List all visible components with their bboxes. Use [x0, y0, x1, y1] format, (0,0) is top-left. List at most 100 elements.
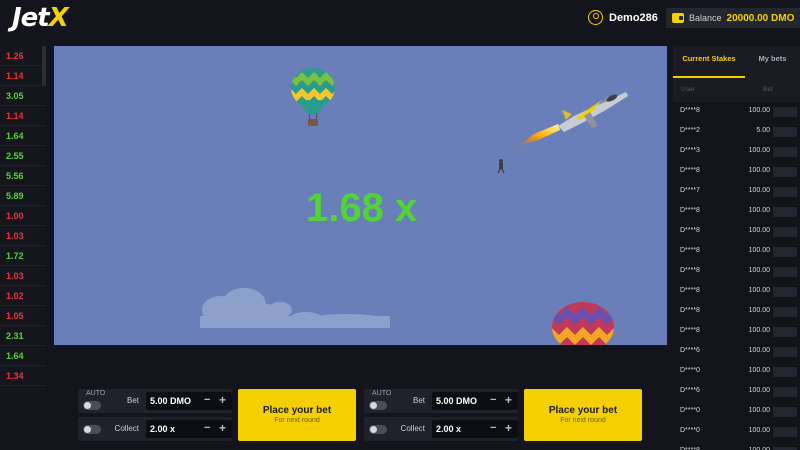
stake-amount: 100.00	[748, 187, 770, 194]
stake-cashout-cell	[773, 127, 797, 137]
top-bar: JetX Demo286 Balance 20000.00 DMO	[0, 0, 800, 42]
history-item: 2.31	[0, 326, 46, 346]
stake-amount: 100.00	[748, 327, 770, 334]
history-item: 3.05	[0, 86, 46, 106]
stake-user: D****8	[680, 167, 700, 174]
stake-cashout-cell	[773, 207, 797, 217]
auto-bet-toggle[interactable]	[83, 401, 101, 410]
collect-increase-button[interactable]: +	[219, 421, 226, 435]
game-canvas: 1.68 x	[54, 46, 667, 345]
stake-user: D****0	[680, 367, 700, 374]
stake-user: D****6	[680, 347, 700, 354]
stake-row: D****8 100.00	[673, 322, 800, 342]
bet-increase-button[interactable]: +	[505, 393, 512, 407]
history-scrollbar[interactable]	[42, 46, 46, 86]
bet-amount-field[interactable]: 5.00 DMO − +	[432, 392, 518, 410]
stake-amount: 100.00	[748, 227, 770, 234]
history-item: 5.89	[0, 186, 46, 206]
logo-text-x: X	[48, 3, 69, 33]
current-multiplier: 1.68 x	[306, 186, 418, 230]
history-item: 1.72	[0, 246, 46, 266]
stake-cashout-cell	[773, 327, 797, 337]
history-item: 5.56	[0, 166, 46, 186]
stake-cashout-cell	[773, 167, 797, 177]
user-info[interactable]: Demo286	[588, 10, 658, 25]
stake-user: D****8	[680, 107, 700, 114]
stake-row: D****8 100.00	[673, 262, 800, 282]
bet-amount-field[interactable]: 5.00 DMO − +	[146, 392, 232, 410]
parachutist-icon	[497, 159, 505, 174]
cloud	[200, 288, 390, 328]
logo-text-jet: Jet	[12, 3, 50, 33]
collect-field[interactable]: 2.00 x − +	[432, 420, 518, 438]
stake-row: D****2 5.00	[673, 122, 800, 142]
stake-cashout-cell	[773, 367, 797, 377]
collect-field[interactable]: 2.00 x − +	[146, 420, 232, 438]
stake-row: D****6 100.00	[673, 382, 800, 402]
bet-decrease-button[interactable]: −	[204, 394, 210, 406]
stake-user: D****8	[680, 287, 700, 294]
history-item: 1.03	[0, 266, 46, 286]
place-bet-button[interactable]: Place your bet For next round	[524, 389, 642, 441]
stake-cashout-cell	[773, 247, 797, 257]
auto-bet-label: AUTO	[86, 390, 106, 397]
stake-amount: 100.00	[748, 207, 770, 214]
stake-cashout-cell	[773, 267, 797, 277]
stake-user: D****8	[680, 267, 700, 274]
stakes-list: D****8 100.00 D****2 5.00 D****3 100.00 D****8…	[673, 102, 800, 450]
history-item: 1.64	[0, 346, 46, 366]
stake-amount: 100.00	[748, 307, 770, 314]
collect-increase-button[interactable]: +	[505, 421, 512, 435]
bet-increase-button[interactable]: +	[219, 393, 226, 407]
auto-collect-toggle[interactable]	[83, 425, 101, 434]
stake-user: D****7	[680, 187, 700, 194]
place-bet-title: Place your bet	[262, 405, 332, 416]
stake-amount: 100.00	[748, 427, 770, 434]
stake-cashout-cell	[773, 147, 797, 157]
jetx-logo[interactable]: JetX	[12, 3, 69, 33]
stake-row: D****8 100.00	[673, 242, 800, 262]
username: Demo286	[609, 11, 658, 24]
stake-row: D****7 100.00	[673, 182, 800, 202]
stake-amount: 100.00	[748, 287, 770, 294]
history-item: 1.00	[0, 206, 46, 226]
balance-label: Balance	[689, 13, 722, 23]
stake-amount: 100.00	[748, 407, 770, 414]
auto-bet-toggle[interactable]	[369, 401, 387, 410]
history-item: 2.55	[0, 146, 46, 166]
bet-row: AUTO Bet 5.00 DMO − +	[78, 389, 232, 413]
history-item: 1.02	[0, 286, 46, 306]
stake-user: D****8	[680, 227, 700, 234]
stake-amount: 100.00	[748, 147, 770, 154]
stake-amount: 5.00	[756, 127, 770, 134]
stake-user: D****2	[680, 127, 700, 134]
stake-row: D****0 100.00	[673, 362, 800, 382]
stake-user: D****8	[680, 247, 700, 254]
place-bet-button[interactable]: Place your bet For next round	[238, 389, 356, 441]
stake-user: D****3	[680, 147, 700, 154]
tab-current-stakes[interactable]: Current Stakes	[673, 46, 745, 78]
bet-amount-value: 5.00 DMO	[436, 396, 478, 406]
bet-panel-2: AUTO Bet 5.00 DMO − + Collect 2.00 x − +…	[364, 389, 644, 445]
stake-row: D****0 100.00	[673, 402, 800, 422]
collect-value: 2.00 x	[150, 424, 176, 434]
stake-row: D****8 100.00	[673, 282, 800, 302]
bet-amount-value: 5.00 DMO	[150, 396, 192, 406]
stake-cashout-cell	[773, 427, 797, 437]
auto-collect-toggle[interactable]	[369, 425, 387, 434]
bet-panel-1: AUTO Bet 5.00 DMO − + Collect 2.00 x − +…	[78, 389, 358, 445]
bet-label: Bet	[412, 396, 425, 405]
bet-row: AUTO Bet 5.00 DMO − +	[364, 389, 518, 413]
collect-decrease-button[interactable]: −	[204, 422, 210, 434]
bet-controls: AUTO Bet 5.00 DMO − + Collect 2.00 x − +…	[54, 345, 667, 450]
stake-amount: 100.00	[748, 167, 770, 174]
stake-amount: 100.00	[748, 347, 770, 354]
stake-row: D****0 100.00	[673, 422, 800, 442]
bet-label: Bet	[126, 396, 139, 405]
stake-cashout-cell	[773, 347, 797, 357]
tab-my-bets[interactable]: My bets	[745, 46, 800, 78]
collect-decrease-button[interactable]: −	[490, 422, 496, 434]
stake-cashout-cell	[773, 187, 797, 197]
bet-decrease-button[interactable]: −	[490, 394, 496, 406]
balance-value: 20000.00 DMO	[726, 12, 795, 24]
